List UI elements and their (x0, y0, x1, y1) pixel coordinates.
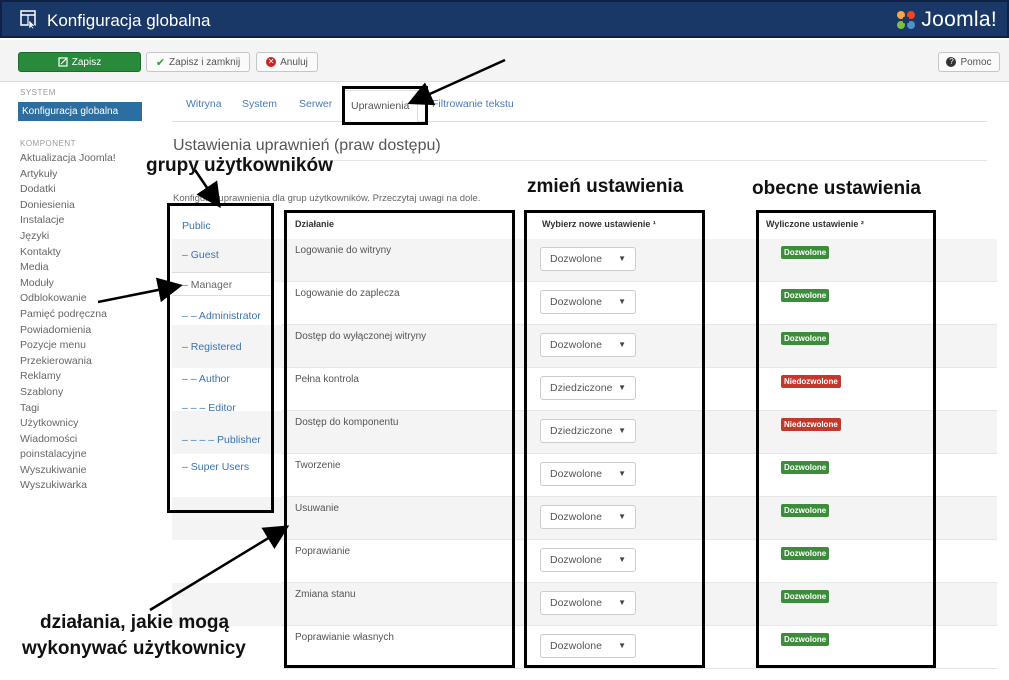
toolbar: Zapisz ✔ Zapisz i zamknij ✕ Anuluj ? Pom… (0, 40, 1009, 82)
help-button[interactable]: ? Pomoc (938, 52, 1000, 72)
sidebar-list: Aktualizacja Joomla! Artykuły Dodatki Donie… (18, 151, 168, 494)
sidebar-item-global-config[interactable]: Konfiguracja globalna (18, 102, 142, 121)
sidebar-item[interactable]: Języki (18, 229, 168, 245)
tab-bar: Witryna System Serwer Uprawnienia Filtrowani… (172, 90, 987, 123)
sidebar-item[interactable]: Tagi (18, 401, 168, 417)
annotation-groups: grupy użytkowników (146, 155, 333, 176)
annotation-current: obecne ustawienia (752, 178, 921, 199)
times-circle-icon: ✕ (266, 57, 277, 67)
sidebar-item[interactable]: Instalacje (18, 213, 168, 229)
help-label: Pomoc (960, 56, 992, 68)
annotation-actions-line1: działania, jakie mogą (40, 612, 230, 633)
sidebar-item[interactable]: Moduły (18, 276, 168, 292)
sidebar-item[interactable]: Doniesienia (18, 198, 168, 214)
sidebar-item: poinstalacyjne (20, 448, 87, 461)
page-title: Konfiguracja globalna (47, 11, 211, 30)
save-close-button[interactable]: ✔ Zapisz i zamknij (146, 52, 250, 72)
annotation-change: zmień ustawienia (527, 176, 684, 197)
joomla-logo[interactable]: Joomla! (895, 8, 997, 32)
save-label: Zapisz (71, 56, 102, 68)
annotation-frame-select (524, 210, 705, 668)
annotation-frame-actions (284, 210, 515, 668)
edit-icon (58, 57, 68, 67)
annotation-frame-status (756, 210, 936, 668)
sidebar-item[interactable]: Reklamy (18, 369, 168, 385)
sidebar-item[interactable]: Wiadomości (18, 432, 168, 448)
sidebar-item[interactable]: Odblokowanie (18, 291, 168, 307)
sidebar-item[interactable]: Media (18, 260, 168, 276)
window-icon (20, 10, 36, 29)
sidebar: SYSTEM Konfiguracja globalna KOMPONENT A… (18, 88, 168, 494)
tab-item[interactable]: Witryna (186, 98, 222, 110)
tab-item[interactable]: Serwer (299, 98, 332, 110)
sidebar-item[interactable]: Powiadomienia (18, 323, 168, 339)
sidebar-item[interactable]: Użytkownicy (18, 416, 168, 432)
sidebar-components-wrap: KOMPONENT (18, 121, 168, 151)
question-circle-icon: ? (946, 57, 957, 67)
sidebar-heading-components: KOMPONENT (20, 139, 77, 148)
annotation-actions-line2: wykonywać użytkownicy (22, 638, 246, 659)
sidebar-item[interactable]: Wyszukiwanie (18, 463, 168, 479)
logo-text: Joomla! (921, 8, 997, 31)
sidebar-item[interactable]: Przekierowania (18, 354, 168, 370)
section-heading: Ustawienia uprawnień (praw dostępu) (173, 137, 441, 154)
table-row-divider (282, 668, 997, 669)
sidebar-heading-system: SYSTEM (20, 88, 56, 97)
annotation-frame-groups (167, 203, 274, 513)
annotation-frame-tab (342, 86, 428, 125)
check-icon: ✔ (155, 56, 166, 69)
save-close-label: Zapisz i zamknij (169, 56, 241, 68)
sidebar-item[interactable]: Kontakty (18, 245, 168, 261)
sidebar-item[interactable]: Pozycje menu (18, 338, 168, 354)
cancel-label: Anuluj (280, 56, 308, 68)
cancel-button[interactable]: ✕ Anuluj (256, 52, 318, 72)
save-button[interactable]: Zapisz (18, 52, 141, 72)
sidebar-item[interactable]: Wyszukiwarka (18, 478, 168, 494)
sidebar-item[interactable]: Dodatki (18, 182, 168, 198)
tab-item[interactable]: Filtrowanie tekstu (432, 98, 514, 110)
joomla-logo-icon (897, 11, 916, 29)
tab-item[interactable]: System (242, 98, 277, 110)
sidebar-item[interactable]: Pamięć podręczna (18, 307, 168, 323)
sidebar-item[interactable]: Szablony (18, 385, 168, 401)
app-header: Konfiguracja globalna Joomla! (0, 0, 1009, 38)
